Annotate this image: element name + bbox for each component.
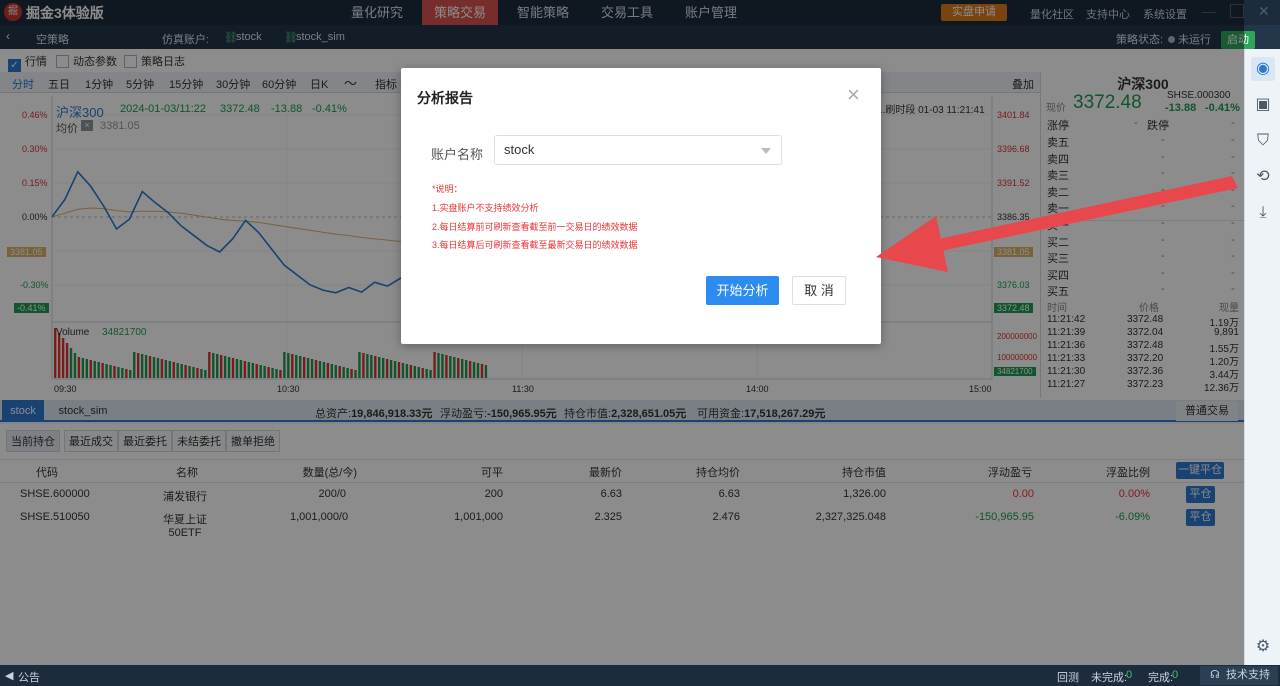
chevron-down-icon (761, 148, 771, 154)
dialog-title: 分析报告 (417, 90, 473, 106)
analysis-report-dialog: 分析报告 × 账户名称 stock *说明： 1.实盘账户不支持绩效分析 2.每… (401, 68, 881, 344)
note-line: 2.每日结算前可刷新查看截至前一交易日的绩效数据 (432, 222, 638, 232)
speaker-icon: ◀ (5, 670, 14, 682)
download-doc-icon[interactable]: ⤓ (1251, 201, 1275, 225)
right-sidebar: ◉ ▣ ⛉ ⟲ ⤓ ⚙ (1244, 49, 1280, 665)
arrow-shaft (920, 176, 1238, 255)
account-name-value: stock (504, 142, 535, 157)
close-window-icon[interactable]: ✕ (1258, 3, 1270, 20)
note-line: 3.每日结算后可刷新查看截至最新交易日的绩效数据 (432, 240, 638, 250)
account-name-label: 账户名称 (431, 147, 484, 162)
annotation-arrow (876, 176, 1238, 272)
start-analysis-button[interactable]: 开始分析 (706, 276, 779, 305)
headset-icon: ☊ (1210, 669, 1220, 681)
gear-icon[interactable]: ⚙ (1251, 635, 1275, 659)
cancel-button[interactable]: 取 消 (792, 276, 846, 305)
close-icon[interactable]: × (847, 82, 860, 108)
account-name-select[interactable]: stock (494, 135, 782, 165)
pending-label: 未完成: (1091, 672, 1128, 684)
history-search-icon[interactable]: ⟲ (1251, 165, 1275, 189)
note-title: *说明： (432, 184, 463, 194)
wallet-icon[interactable]: ▣ (1251, 93, 1275, 117)
backtest-label[interactable]: 回测 (1057, 669, 1079, 685)
notice-link[interactable]: 公告 (18, 669, 40, 685)
arrow-head (876, 216, 948, 272)
done-label: 完成: (1148, 672, 1174, 684)
pending-count: 0 (1126, 669, 1133, 681)
shield-icon[interactable]: ⛉ (1251, 129, 1275, 153)
status-bar: ◀ 公告 回测 未完成: 0 完成: 0 技术支持 ☊ (0, 665, 1280, 686)
done-count: 0 (1172, 669, 1179, 681)
eye-icon[interactable]: ◉ (1251, 57, 1275, 81)
note-line: 1.实盘账户不支持绩效分析 (432, 203, 539, 213)
